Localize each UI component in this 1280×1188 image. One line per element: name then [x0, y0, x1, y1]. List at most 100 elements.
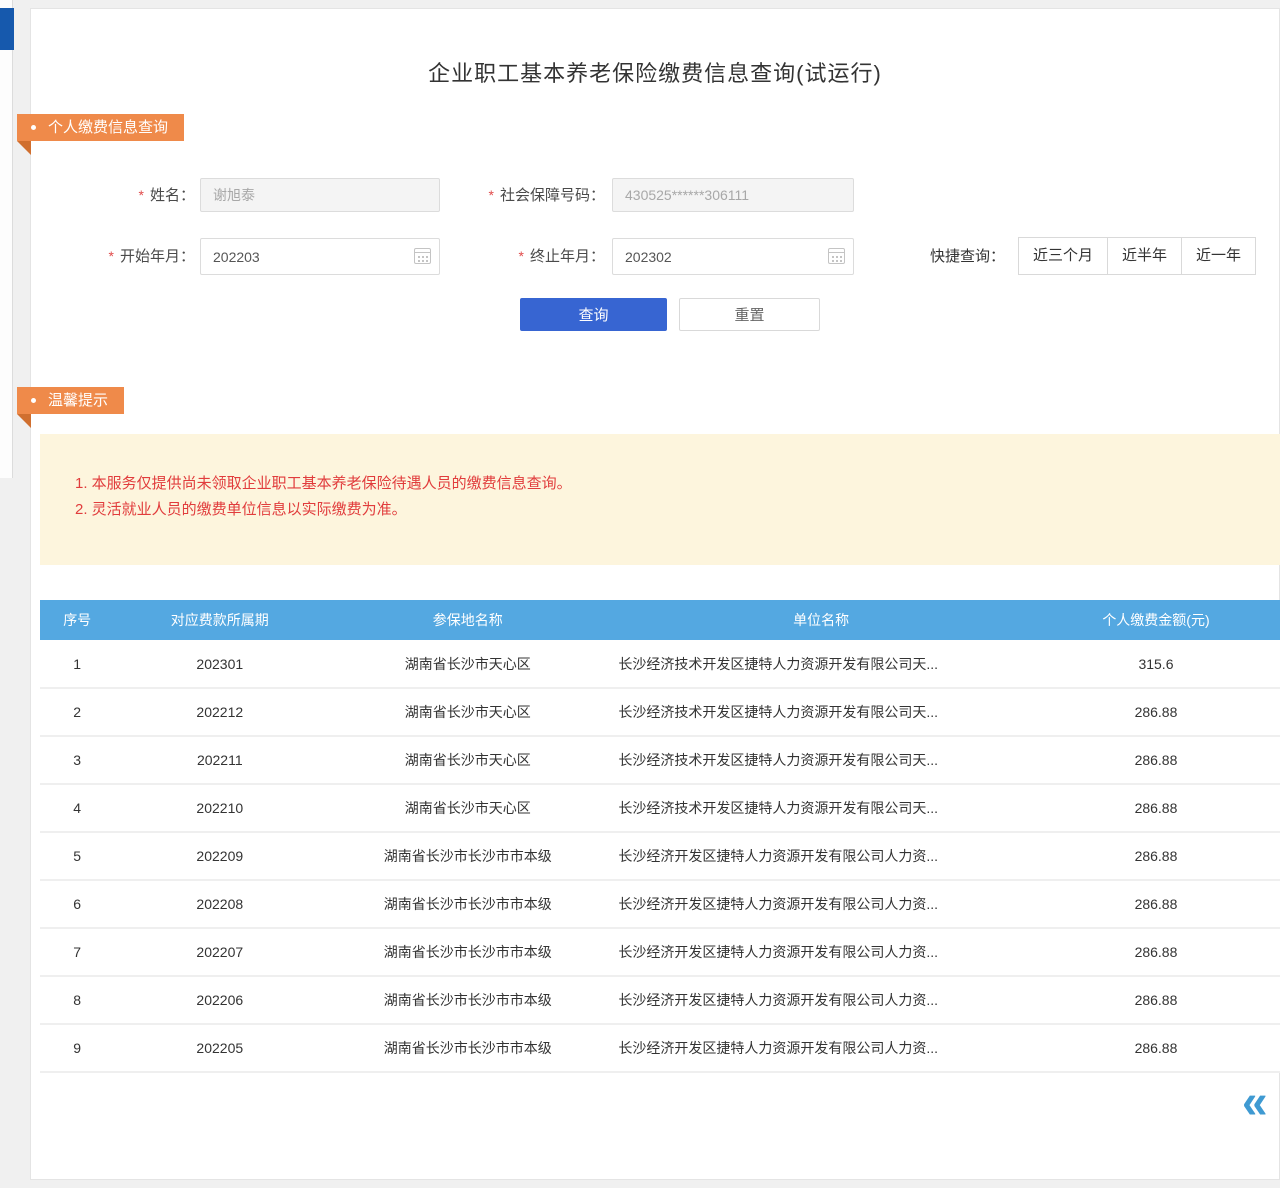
notice-box: 1. 本服务仅提供尚未领取企业职工基本养老保险待遇人员的缴费信息查询。 2. 灵…: [40, 434, 1280, 565]
cell-area: 湖南省长沙市天心区: [325, 736, 610, 784]
table-row: 7 202207 湖南省长沙市长沙市市本级 长沙经济开发区捷特人力资源开发有限公…: [40, 928, 1280, 976]
cell-index: 7: [40, 928, 114, 976]
cell-amount: 286.88: [1032, 880, 1280, 928]
cell-amount: 286.88: [1032, 976, 1280, 1024]
cell-index: 3: [40, 736, 114, 784]
cell-amount: 286.88: [1032, 928, 1280, 976]
calendar-icon[interactable]: [828, 248, 845, 264]
section-label-tips: 温馨提示: [48, 392, 108, 409]
cell-area: 湖南省长沙市天心区: [325, 784, 610, 832]
query-button[interactable]: 查询: [520, 298, 667, 331]
cell-area: 湖南省长沙市长沙市市本级: [325, 880, 610, 928]
cell-period: 202212: [114, 688, 325, 736]
section-label-personal-query: 个人缴费信息查询: [48, 119, 168, 136]
cell-period: 202209: [114, 832, 325, 880]
quick-one-year-button[interactable]: 近一年: [1181, 237, 1256, 275]
cell-period: 202207: [114, 928, 325, 976]
cell-area: 湖南省长沙市天心区: [325, 640, 610, 688]
collapse-chevron-icon[interactable]: «: [1242, 1077, 1268, 1125]
quick-query-label: 快捷查询：: [930, 238, 1010, 275]
start-date-field: [200, 238, 440, 275]
ssn-label-text: 社会保障号码：: [500, 187, 605, 204]
cell-area: 湖南省长沙市长沙市市本级: [325, 928, 610, 976]
cell-area: 湖南省长沙市长沙市市本级: [325, 832, 610, 880]
header-index: 序号: [40, 600, 114, 640]
bullet-icon: [31, 398, 36, 403]
payment-table: 序号 对应费款所属期 参保地名称 单位名称 个人缴费金额(元) 1 202301…: [40, 600, 1280, 1073]
cell-period: 202301: [114, 640, 325, 688]
cell-period: 202211: [114, 736, 325, 784]
page-title: 企业职工基本养老保险缴费信息查询(试运行): [30, 56, 1280, 88]
cell-amount: 315.6: [1032, 640, 1280, 688]
reset-button[interactable]: 重置: [679, 298, 820, 331]
cell-amount: 286.88: [1032, 736, 1280, 784]
cell-company: 长沙经济开发区捷特人力资源开发有限公司人力资...: [610, 976, 1032, 1024]
bullet-icon: [31, 125, 36, 130]
cell-index: 5: [40, 832, 114, 880]
end-date-field: [612, 238, 854, 275]
cell-company: 长沙经济开发区捷特人力资源开发有限公司人力资...: [610, 832, 1032, 880]
end-date-input[interactable]: [612, 238, 854, 275]
cell-amount: 286.88: [1032, 1024, 1280, 1072]
required-asterisk: *: [139, 187, 144, 203]
section-ribbon-tips: 温馨提示: [17, 387, 124, 414]
cell-company: 长沙经济开发区捷特人力资源开发有限公司人力资...: [610, 1024, 1032, 1072]
header-area: 参保地名称: [325, 600, 610, 640]
cell-index: 2: [40, 688, 114, 736]
cell-area: 湖南省长沙市长沙市市本级: [325, 1024, 610, 1072]
cell-company: 长沙经济技术开发区捷特人力资源开发有限公司天...: [610, 736, 1032, 784]
cell-index: 1: [40, 640, 114, 688]
cell-company: 长沙经济技术开发区捷特人力资源开发有限公司天...: [610, 784, 1032, 832]
quick-last-3-months-button[interactable]: 近三个月: [1018, 237, 1108, 275]
sidebar-accent-block: [0, 8, 14, 50]
required-asterisk: *: [519, 248, 524, 264]
end-date-label-text: 终止年月：: [530, 248, 605, 265]
quick-query-group: 近三个月 近半年 近一年: [1018, 237, 1256, 275]
table-row: 4 202210 湖南省长沙市天心区 长沙经济技术开发区捷特人力资源开发有限公司…: [40, 784, 1280, 832]
name-input[interactable]: [200, 178, 440, 212]
notice-line: 1. 本服务仅提供尚未领取企业职工基本养老保险待遇人员的缴费信息查询。: [75, 471, 1280, 497]
cell-company: 长沙经济技术开发区捷特人力资源开发有限公司天...: [610, 688, 1032, 736]
cell-period: 202205: [114, 1024, 325, 1072]
cell-index: 4: [40, 784, 114, 832]
start-date-label-text: 开始年月：: [120, 248, 195, 265]
collapsed-sidebar: [0, 0, 13, 478]
cell-index: 6: [40, 880, 114, 928]
cell-area: 湖南省长沙市天心区: [325, 688, 610, 736]
cell-period: 202208: [114, 880, 325, 928]
header-period: 对应费款所属期: [114, 600, 325, 640]
table-row: 6 202208 湖南省长沙市长沙市市本级 长沙经济开发区捷特人力资源开发有限公…: [40, 880, 1280, 928]
required-asterisk: *: [109, 248, 114, 264]
table-row: 9 202205 湖南省长沙市长沙市市本级 长沙经济开发区捷特人力资源开发有限公…: [40, 1024, 1280, 1072]
calendar-icon[interactable]: [414, 248, 431, 264]
notice-line: 2. 灵活就业人员的缴费单位信息以实际缴费为准。: [75, 497, 1280, 523]
cell-company: 长沙经济开发区捷特人力资源开发有限公司人力资...: [610, 928, 1032, 976]
cell-amount: 286.88: [1032, 832, 1280, 880]
table-row: 1 202301 湖南省长沙市天心区 长沙经济技术开发区捷特人力资源开发有限公司…: [40, 640, 1280, 688]
required-asterisk: *: [489, 187, 494, 203]
table-row: 5 202209 湖南省长沙市长沙市市本级 长沙经济开发区捷特人力资源开发有限公…: [40, 832, 1280, 880]
table-header-row: 序号 对应费款所属期 参保地名称 单位名称 个人缴费金额(元): [40, 600, 1280, 640]
cell-period: 202210: [114, 784, 325, 832]
table-row: 2 202212 湖南省长沙市天心区 长沙经济技术开发区捷特人力资源开发有限公司…: [40, 688, 1280, 736]
header-amount: 个人缴费金额(元): [1032, 600, 1280, 640]
cell-index: 9: [40, 1024, 114, 1072]
cell-company: 长沙经济开发区捷特人力资源开发有限公司人力资...: [610, 880, 1032, 928]
cell-amount: 286.88: [1032, 784, 1280, 832]
cell-company: 长沙经济技术开发区捷特人力资源开发有限公司天...: [610, 640, 1032, 688]
page: 企业职工基本养老保险缴费信息查询(试运行) 个人缴费信息查询 *姓名： * 社会保…: [0, 0, 1280, 1188]
table-row: 8 202206 湖南省长沙市长沙市市本级 长沙经济开发区捷特人力资源开发有限公…: [40, 976, 1280, 1024]
end-date-label: * 终止年月：: [450, 239, 605, 273]
cell-index: 8: [40, 976, 114, 1024]
quick-half-year-button[interactable]: 近半年: [1107, 237, 1182, 275]
start-date-label: * 开始年月：: [85, 239, 195, 273]
name-label: *姓名：: [95, 178, 195, 212]
header-company: 单位名称: [610, 600, 1032, 640]
section-ribbon-personal-query: 个人缴费信息查询: [17, 114, 184, 141]
ssn-label: * 社会保障号码：: [450, 178, 605, 212]
start-date-input[interactable]: [200, 238, 440, 275]
ssn-input[interactable]: [612, 178, 854, 212]
cell-amount: 286.88: [1032, 688, 1280, 736]
table-row: 3 202211 湖南省长沙市天心区 长沙经济技术开发区捷特人力资源开发有限公司…: [40, 736, 1280, 784]
cell-period: 202206: [114, 976, 325, 1024]
